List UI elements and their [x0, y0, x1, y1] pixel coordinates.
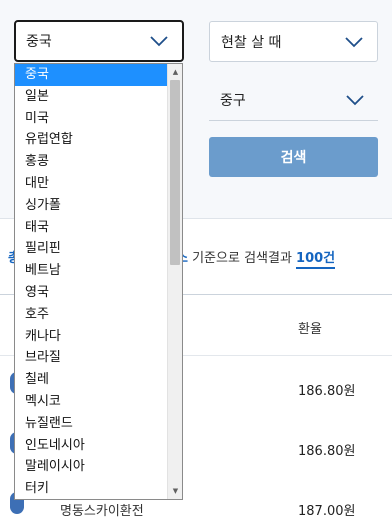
- rate-column-header: 환율: [298, 322, 322, 337]
- currency-option[interactable]: 유럽연합: [15, 129, 167, 151]
- currency-option[interactable]: 말레이시아: [15, 456, 167, 478]
- result-count: 100건: [296, 251, 336, 269]
- currency-option[interactable]: 호주: [15, 304, 167, 326]
- currency-option[interactable]: 태국: [15, 217, 167, 239]
- currency-option[interactable]: 칠레: [15, 369, 167, 391]
- currency-option[interactable]: 베트남: [15, 260, 167, 282]
- currency-option[interactable]: 일본: [15, 86, 167, 108]
- currency-option[interactable]: 영국: [15, 282, 167, 304]
- currency-select[interactable]: 중국: [14, 20, 184, 62]
- rate-value: 187.00원: [298, 504, 356, 519]
- rate-value: 186.80원: [298, 444, 356, 459]
- district-select[interactable]: 중구: [209, 79, 378, 121]
- result-middle-text: 기준으로 검색결과: [187, 251, 297, 266]
- scroll-up-arrow-icon[interactable]: ▲: [168, 65, 182, 79]
- currency-option[interactable]: 싱가폴: [15, 195, 167, 217]
- currency-option[interactable]: 중국: [15, 64, 167, 86]
- rate-value: 186.80원: [298, 384, 356, 399]
- chevron-down-icon: [345, 36, 363, 47]
- currency-option[interactable]: 대만: [15, 173, 167, 195]
- transaction-type-value: 현찰 살 때: [221, 34, 282, 51]
- currency-option[interactable]: 터키: [15, 478, 167, 499]
- currency-dropdown-list[interactable]: 중국 일본 미국 유럽연합 홍콩 대만 싱가폴 태국 필리핀 베트남 영국 호주…: [14, 63, 183, 500]
- currency-options: 중국 일본 미국 유럽연합 홍콩 대만 싱가폴 태국 필리핀 베트남 영국 호주…: [15, 64, 167, 499]
- currency-option[interactable]: 멕시코: [15, 391, 167, 413]
- transaction-type-select[interactable]: 현찰 살 때: [209, 21, 378, 62]
- currency-option[interactable]: 브라질: [15, 347, 167, 369]
- currency-option[interactable]: 인도네시아: [15, 435, 167, 457]
- scrollbar-thumb[interactable]: [170, 80, 180, 265]
- currency-option[interactable]: 뉴질랜드: [15, 413, 167, 435]
- branch-name[interactable]: 명동스카이환전: [60, 500, 144, 519]
- currency-option[interactable]: 미국: [15, 108, 167, 130]
- district-select-value: 중구: [220, 92, 246, 109]
- dropdown-scrollbar[interactable]: ▲ ▼: [167, 64, 182, 499]
- currency-select-value: 중국: [26, 34, 52, 50]
- currency-option[interactable]: 캐나다: [15, 326, 167, 348]
- result-summary: 소 기준으로 검색결과 100건: [176, 247, 336, 269]
- currency-option[interactable]: 홍콩: [15, 151, 167, 173]
- currency-option[interactable]: 필리핀: [15, 238, 167, 260]
- chevron-down-icon: [150, 36, 168, 47]
- chevron-down-icon: [346, 94, 364, 105]
- scroll-down-arrow-icon[interactable]: ▼: [168, 484, 182, 498]
- search-button[interactable]: 검색: [209, 137, 378, 177]
